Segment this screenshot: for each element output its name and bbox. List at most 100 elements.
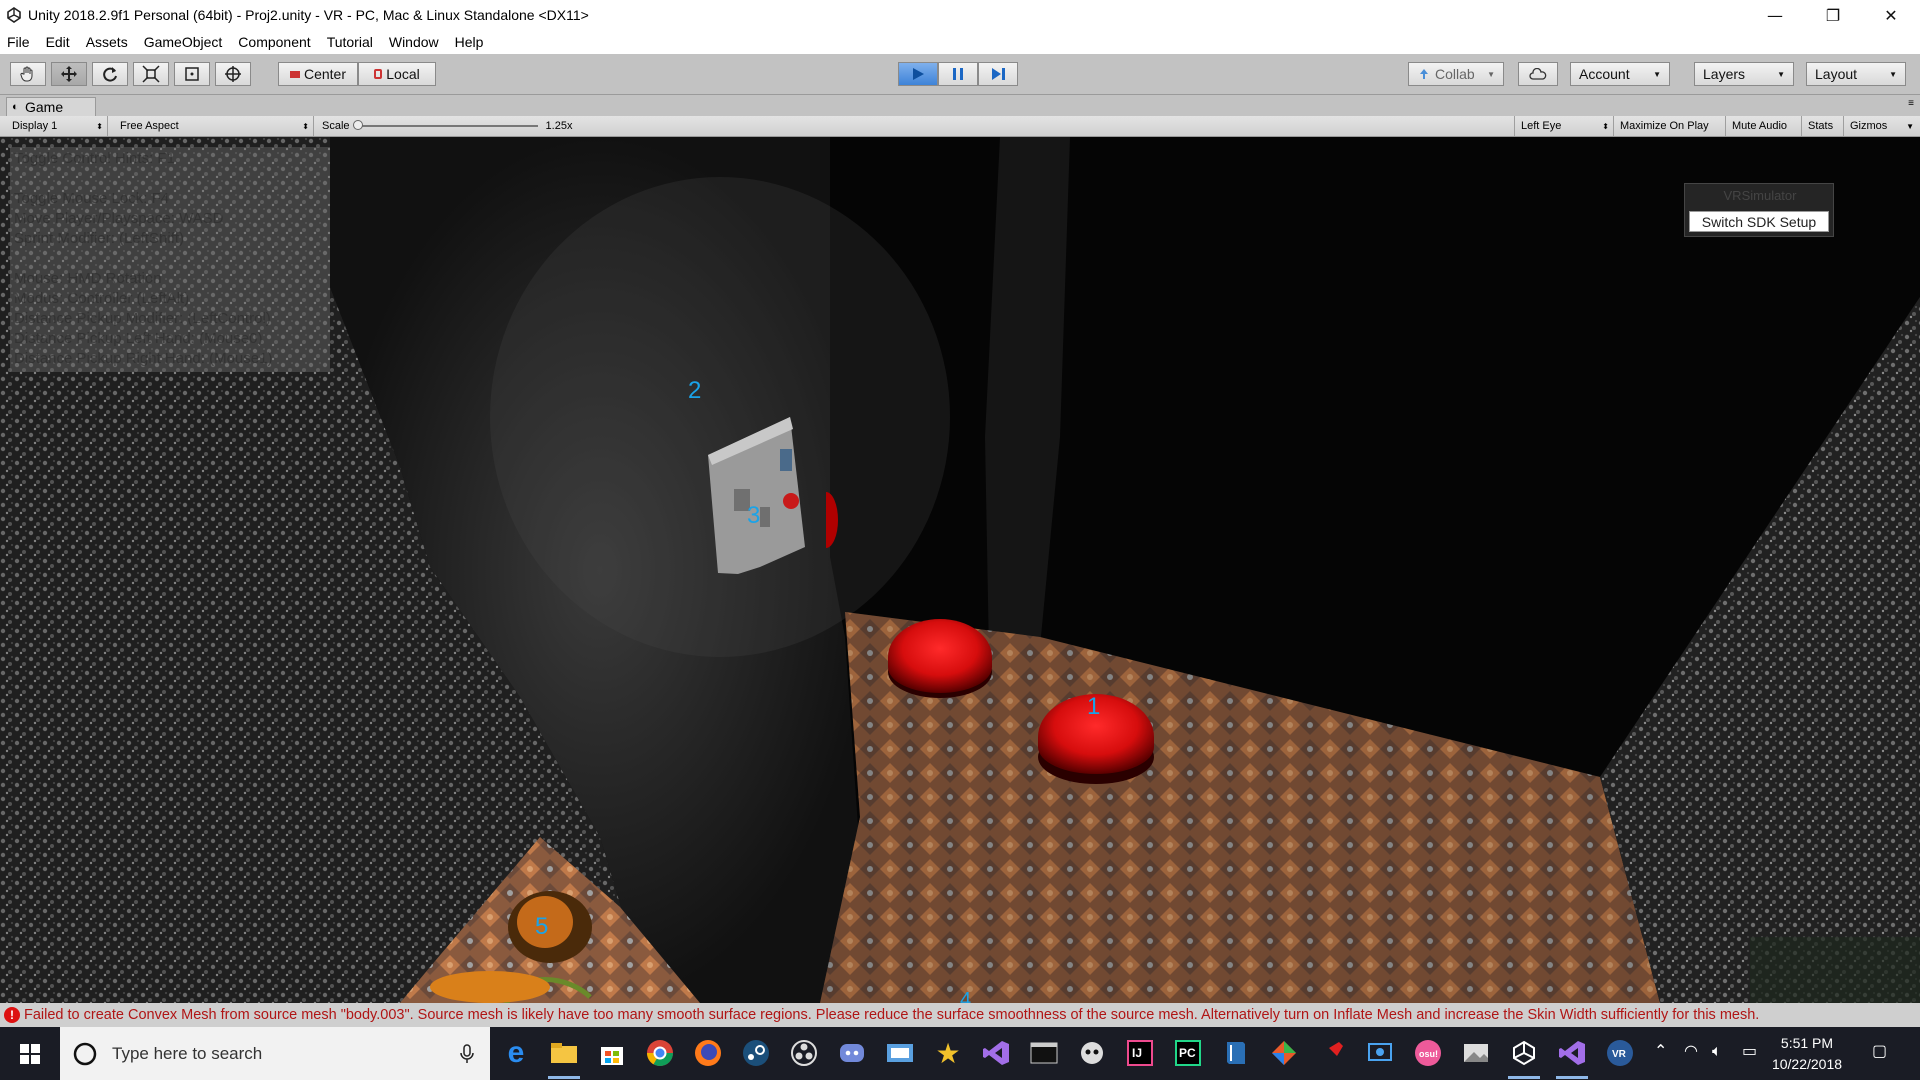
pause-icon [953,68,963,80]
taskbar-obs[interactable] [786,1035,822,1071]
paint-icon [1368,1043,1392,1061]
menu-file[interactable]: File [0,34,38,50]
cloud-button[interactable] [1518,62,1558,86]
eye-dropdown[interactable]: Left Eye ⬍ [1514,116,1614,136]
stats-toggle[interactable]: Stats [1802,116,1844,136]
taskbar-book[interactable] [1218,1035,1254,1071]
taskbar-star[interactable]: ★ [930,1035,966,1071]
outlook-icon [887,1044,913,1062]
gizmos-dropdown[interactable]: Gizmos ▼ [1844,116,1918,136]
taskbar-git[interactable] [1266,1035,1302,1071]
display-dropdown[interactable]: Display 1 ⬍ [6,116,108,136]
play-button[interactable] [898,62,938,86]
pause-button[interactable] [938,62,978,86]
taskbar-unity[interactable] [1506,1035,1542,1079]
taskbar-store[interactable] [594,1035,630,1071]
maximize-on-play-toggle[interactable]: Maximize On Play [1614,116,1726,136]
move-tool-button[interactable] [51,62,87,86]
notifications-icon[interactable]: ▢ [1872,1041,1887,1060]
menu-help[interactable]: Help [447,34,492,50]
book-icon [1227,1042,1245,1064]
hint-line: Distance Pickup Right Hand: (Mouse1) [14,350,273,367]
taskbar-visual-studio-2[interactable] [1554,1035,1590,1079]
microphone-icon[interactable] [460,1043,474,1064]
menu-window[interactable]: Window [381,34,447,50]
panel-menu-icon[interactable]: ≡ [1908,98,1914,109]
rotate-icon [103,67,117,82]
clock-date: 10/22/2018 [1771,1056,1843,1072]
start-button[interactable] [0,1027,60,1080]
taskbar-outlook[interactable] [882,1035,918,1071]
tray-chevron-up-icon[interactable]: ⌃ [1654,1041,1667,1060]
collab-dropdown[interactable]: Collab ▼ [1408,62,1504,86]
taskbar-pycharm[interactable]: PC [1170,1035,1206,1071]
battery-icon[interactable]: ▭ [1742,1041,1757,1060]
menu-component[interactable]: Component [230,34,318,50]
taskbar-intellij[interactable]: IJ [1122,1035,1158,1071]
play-icon [913,68,924,80]
menu-gameobject[interactable]: GameObject [136,34,231,50]
taskbar-visual-studio[interactable] [978,1035,1014,1071]
chevron-down-icon: ▼ [1906,121,1914,131]
panel-tab-bar: ◐ Game ≡ [0,95,1920,116]
chrome-icon [646,1040,674,1067]
wifi-icon[interactable]: ◠ [1684,1041,1698,1060]
taskbar-file-explorer[interactable] [546,1035,582,1079]
taskbar-firefox[interactable] [690,1035,726,1071]
taskbar-edge[interactable]: e [498,1035,534,1071]
taskbar-search-box[interactable]: Type here to search [60,1027,490,1080]
layers-dropdown[interactable]: Layers ▼ [1694,62,1794,86]
close-button[interactable]: ✕ [1862,0,1920,30]
taskbar-paint[interactable] [1362,1035,1398,1071]
switch-sdk-setup-button[interactable]: Switch SDK Setup [1689,211,1829,232]
restore-button[interactable]: ❐ [1804,0,1862,30]
pivot-local-button[interactable]: Local [358,62,436,86]
taskbar-terminal[interactable] [1026,1035,1062,1071]
marker-4: 4 [960,989,972,1003]
file-explorer-icon [551,1043,577,1063]
scale-slider-thumb[interactable] [352,120,363,130]
window-controls: — ❐ ✕ [1746,0,1920,30]
star-icon: ★ [935,1037,961,1069]
rect-tool-button[interactable] [174,62,210,86]
scale-tool-button[interactable] [133,62,169,86]
taskbar-steam[interactable] [738,1035,774,1071]
account-dropdown[interactable]: Account ▼ [1570,62,1670,86]
taskbar-clock[interactable]: 5:51 PM 10/22/2018 [1762,1033,1852,1075]
osu-icon: osu! [1415,1040,1441,1066]
taskbar-ghost[interactable] [1074,1035,1110,1071]
mute-audio-toggle[interactable]: Mute Audio [1726,116,1802,136]
aspect-dropdown[interactable]: Free Aspect ⬍ [114,116,314,136]
menu-edit[interactable]: Edit [38,34,78,50]
rotate-tool-button[interactable] [92,62,128,86]
scale-slider[interactable] [352,120,538,130]
vr-simulator-label: VRSimulator [1723,188,1797,203]
transform-tool-button[interactable] [215,62,251,86]
taskbar-pin[interactable] [1314,1035,1350,1071]
hint-line: Mouse: HMD Rotation [14,270,162,287]
aspect-label: Free Aspect [120,120,179,132]
terminal-icon [1030,1042,1058,1064]
hint-line: Toggle Control Hints: F1 [14,150,175,167]
step-button[interactable] [978,62,1018,86]
clock-time: 5:51 PM [1780,1035,1834,1051]
display-label: Display 1 [12,120,58,132]
marker-2: 2 [688,377,702,404]
taskbar-discord[interactable] [834,1035,870,1071]
hand-tool-button[interactable] [10,62,46,86]
console-status-bar[interactable]: ! Failed to create Convex Mesh from sour… [0,1003,1920,1027]
taskbar-vr[interactable]: VR [1602,1035,1638,1071]
layout-dropdown[interactable]: Layout ▼ [1806,62,1906,86]
intellij-icon: IJ [1127,1040,1153,1066]
menu-tutorial[interactable]: Tutorial [319,34,381,50]
volume-icon[interactable]: 🔈︎ [1712,1041,1722,1061]
cloud-upload-icon [1420,69,1428,79]
minimize-button[interactable]: — [1746,0,1804,30]
menu-assets[interactable]: Assets [78,34,136,50]
edge-icon: e [507,1036,525,1069]
taskbar-chrome[interactable] [642,1035,678,1071]
tab-game[interactable]: ◐ Game [6,97,96,116]
taskbar-osu[interactable]: osu! [1410,1035,1446,1071]
taskbar-photos[interactable] [1458,1035,1494,1071]
pivot-center-button[interactable]: Center [278,62,358,86]
